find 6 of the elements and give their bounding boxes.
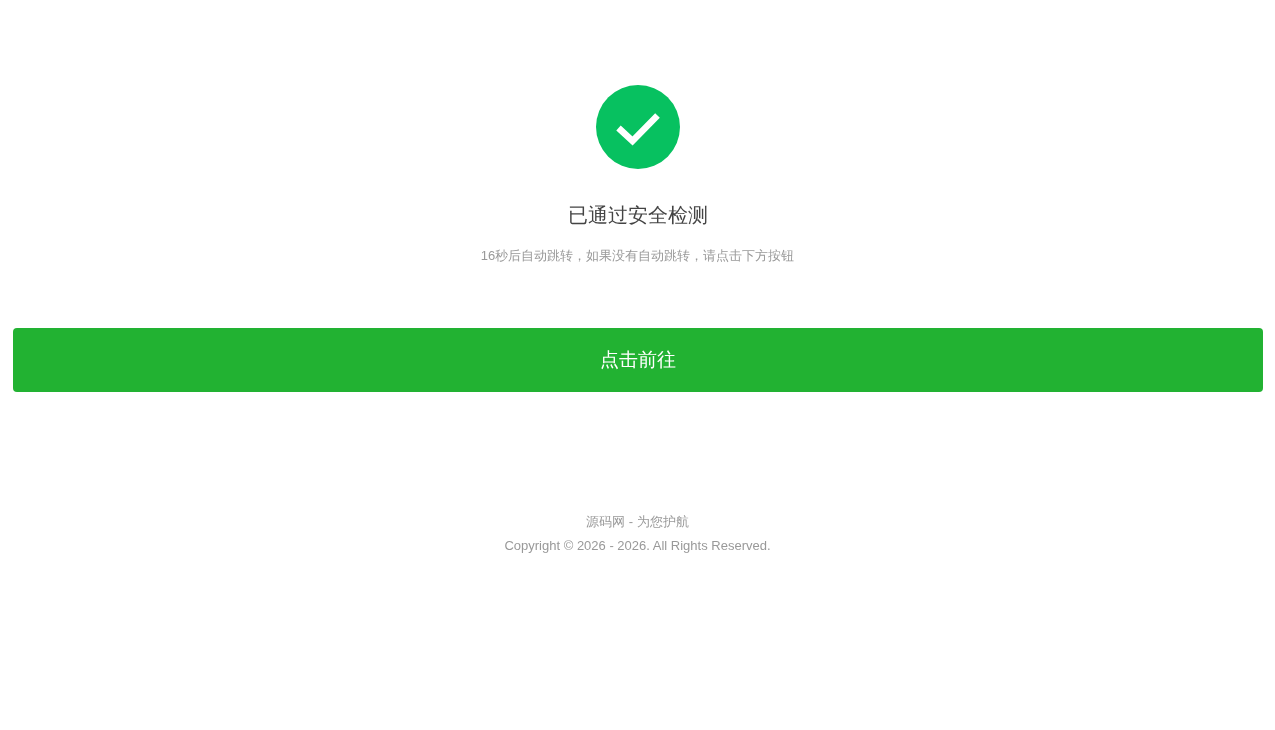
redirect-message: 16秒后自动跳转，如果没有自动跳转，请点击下方按钮 xyxy=(480,247,795,265)
footer-text: Copyright © 2026 - 2026. All Rights Reserved. xyxy=(504,537,771,555)
footer-text: 源码网 - 为您护航 xyxy=(586,513,689,531)
check-circle-icon xyxy=(595,85,680,169)
go-button[interactable]: 点击前往 xyxy=(13,328,1263,392)
status-title: 已通过安全检测 xyxy=(567,203,708,228)
